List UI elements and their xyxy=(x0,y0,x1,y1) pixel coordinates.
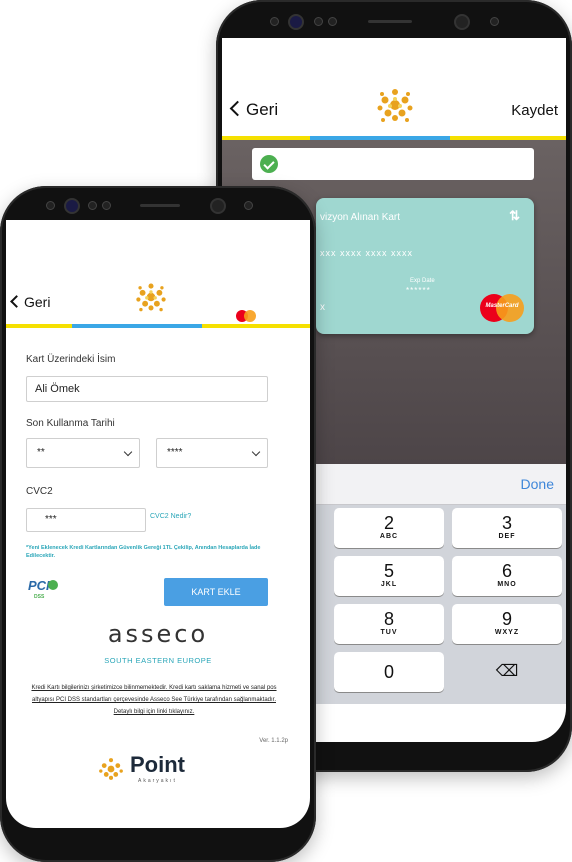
cvc-help-link[interactable]: CVC2 Nedir? xyxy=(150,513,191,520)
chevron-left-icon xyxy=(229,100,246,117)
key-9[interactable]: 9 WXYZ xyxy=(452,604,562,644)
logo-icon xyxy=(377,89,413,122)
disclaimer-link[interactable]: Kredi Kartı bilgilerinizı şirketimizce b… xyxy=(26,682,282,718)
front-camera xyxy=(64,198,80,214)
exp-value: ****** xyxy=(406,286,431,295)
iris-scanner xyxy=(210,198,226,214)
delete-key[interactable]: ⌫ xyxy=(452,652,562,692)
stripe-yellow xyxy=(6,324,72,328)
front-phone-screen: Geri Kart Üzerindeki İsim Ali Ömek Son K… xyxy=(6,220,310,828)
card-number: xxx xxxx xxxx xxxx xyxy=(320,248,414,258)
nav-bar: Geri Kaydet xyxy=(222,38,566,132)
back-button[interactable]: Geri xyxy=(229,100,278,120)
front-camera xyxy=(288,14,304,30)
chevron-left-icon xyxy=(10,295,23,308)
add-card-button[interactable]: KART EKLE xyxy=(164,578,268,606)
year-select[interactable]: **** xyxy=(156,438,268,468)
earpiece-speaker xyxy=(368,20,412,23)
point-brand-name: Point xyxy=(130,752,185,777)
point-brand-tagline: Akaryakıt xyxy=(138,778,177,784)
front-phone-frame: Geri Kart Üzerindeki İsim Ali Ömek Son K… xyxy=(0,186,316,862)
mastercard-logo: MasterCard xyxy=(480,294,524,322)
sensor xyxy=(314,17,323,26)
cvc-label: CVC2 xyxy=(26,486,53,497)
key-6[interactable]: 6 MNO xyxy=(452,556,562,596)
card-mark: x xyxy=(320,302,325,313)
key-2[interactable]: 2 ABC xyxy=(334,508,444,548)
backspace-icon: ⌫ xyxy=(495,663,519,680)
key-8[interactable]: 8 TUV xyxy=(334,604,444,644)
exp-label: Exp Date xyxy=(410,278,435,284)
pci-badge: PCI DSS xyxy=(28,578,58,604)
chevron-down-icon xyxy=(123,447,133,457)
iris-scanner xyxy=(454,14,470,30)
sensor xyxy=(46,201,55,210)
key-5[interactable]: 5 JKL xyxy=(334,556,444,596)
sensor xyxy=(490,17,499,26)
version-text: Ver. 1.1.2p xyxy=(259,738,288,744)
asseco-subtitle: SOUTH EASTERN EUROPE xyxy=(104,656,212,665)
expiry-label: Son Kullanma Tarihi xyxy=(26,418,115,429)
stripe-blue xyxy=(72,324,202,328)
info-note: *Yeni Eklenecek Kredi Kartlarından Güven… xyxy=(26,545,261,559)
nav-bar: Geri xyxy=(6,220,310,322)
cvc-input[interactable]: *** xyxy=(26,508,146,532)
sensor xyxy=(88,201,97,210)
check-icon xyxy=(48,580,58,590)
done-button[interactable]: Done xyxy=(521,476,554,492)
point-logo-icon xyxy=(99,758,123,780)
sensor xyxy=(244,201,253,210)
sensor xyxy=(270,17,279,26)
key-3[interactable]: 3 DEF xyxy=(452,508,562,548)
key-0[interactable]: 0 xyxy=(334,652,444,692)
name-label: Kart Üzerindeki İsim xyxy=(26,354,116,365)
earpiece-speaker xyxy=(140,204,180,207)
chevron-down-icon xyxy=(251,447,261,457)
month-select[interactable]: ** xyxy=(26,438,140,468)
save-button[interactable]: Kaydet xyxy=(511,102,558,119)
logo-icon xyxy=(136,283,166,312)
sensor xyxy=(102,201,111,210)
swap-icon[interactable]: ⇅ xyxy=(509,208,520,224)
stripe-yellow xyxy=(202,324,310,328)
mastercard-logo xyxy=(236,310,258,322)
credit-card[interactable]: vizyon Alınan Kart ⇅ xxx xxxx xxxx xxxx … xyxy=(316,198,534,334)
back-button[interactable]: Geri xyxy=(10,294,50,310)
status-field xyxy=(252,148,534,180)
asseco-logo: asseco xyxy=(107,620,209,648)
sensor xyxy=(328,17,337,26)
card-title: vizyon Alınan Kart xyxy=(320,212,401,223)
name-input[interactable]: Ali Ömek xyxy=(26,376,268,402)
